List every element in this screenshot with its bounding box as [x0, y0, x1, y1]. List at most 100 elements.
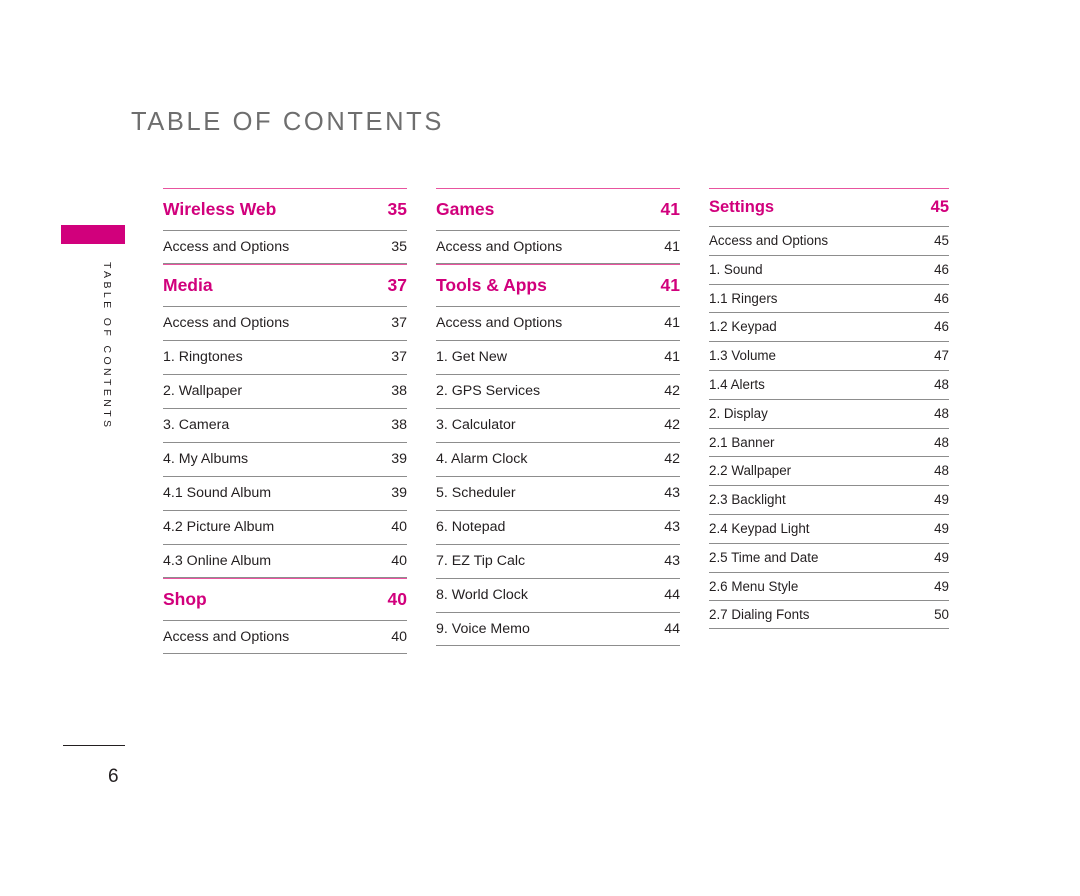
toc-entry-label: 5. Scheduler — [436, 485, 516, 501]
toc-section-title: Tools & Apps — [436, 275, 547, 295]
toc-section-page: 35 — [387, 199, 407, 219]
toc-section: Wireless Web 35 Access and Options 35 — [163, 188, 407, 264]
toc-section-header[interactable]: Wireless Web 35 — [163, 188, 407, 230]
toc-entry-page: 43 — [664, 553, 680, 569]
toc-entry-label: 4.1 Sound Album — [163, 485, 272, 501]
toc-entry-page: 37 — [391, 349, 407, 365]
toc-entry-label: Access and Options — [436, 315, 563, 331]
toc-entry-page: 41 — [664, 315, 680, 331]
toc-entry[interactable]: 3. Camera 38 — [163, 408, 407, 442]
toc-entry[interactable]: 3. Calculator 42 — [436, 408, 680, 442]
toc-entry[interactable]: 5. Scheduler 43 — [436, 476, 680, 510]
toc-section: Settings 45 Access and Options 45 1. Sound 46… — [709, 188, 949, 630]
toc-entry-label: Access and Options — [163, 629, 290, 645]
toc-entry-page: 46 — [934, 290, 949, 306]
toc-entry[interactable]: Access and Options 45 — [709, 226, 949, 255]
toc-entry[interactable]: 6. Notepad 43 — [436, 510, 680, 544]
toc-entry-page: 48 — [934, 434, 949, 450]
toc-entry[interactable]: 1.3 Volume 47 — [709, 341, 949, 370]
toc-columns: Wireless Web 35 Access and Options 35 Media 3… — [0, 0, 1080, 896]
toc-entry-label: 1.4 Alerts — [709, 376, 765, 392]
toc-entry-label: 4. My Albums — [163, 451, 249, 467]
toc-entry[interactable]: Access and Options 41 — [436, 306, 680, 340]
toc-entry[interactable]: Access and Options 40 — [163, 620, 407, 654]
toc-entry-page: 46 — [934, 261, 949, 277]
toc-entry-page: 38 — [391, 417, 407, 433]
toc-entry[interactable]: 1.4 Alerts 48 — [709, 369, 949, 399]
page-number: 6 — [108, 766, 119, 787]
toc-entry-page: 40 — [391, 553, 407, 569]
toc-section-header[interactable]: Shop 40 — [163, 578, 407, 620]
toc-section-page: 45 — [930, 198, 949, 216]
toc-entry[interactable]: 4.3 Online Album 40 — [163, 544, 407, 578]
toc-entry-page: 49 — [934, 549, 949, 565]
toc-entry-page: 41 — [664, 349, 680, 365]
toc-entry[interactable]: 2.6 Menu Style 49 — [709, 571, 949, 601]
toc-entry-page: 45 — [934, 233, 949, 248]
toc-section-page: 37 — [387, 275, 407, 295]
toc-entry[interactable]: 2. Wallpaper 38 — [163, 374, 407, 408]
toc-entry-page: 42 — [664, 383, 680, 399]
toc-entry-label: 1. Sound — [709, 261, 763, 277]
toc-section-title: Games — [436, 199, 495, 219]
toc-entry-label: Access and Options — [163, 315, 290, 331]
toc-entry-label: 3. Calculator — [436, 417, 516, 433]
toc-entry[interactable]: 2. GPS Services 42 — [436, 374, 680, 408]
toc-section-title: Wireless Web — [163, 199, 277, 219]
toc-entry-label: 1.1 Ringers — [709, 290, 778, 306]
toc-section-page: 40 — [387, 589, 407, 609]
toc-section-header[interactable]: Tools & Apps 41 — [436, 264, 680, 306]
toc-entry[interactable]: 2. Display 48 — [709, 398, 949, 428]
toc-entry[interactable]: 2.4 Keypad Light 49 — [709, 513, 949, 543]
toc-entry[interactable]: Access and Options 35 — [163, 230, 407, 264]
toc-entry[interactable]: 4. Alarm Clock 42 — [436, 442, 680, 476]
toc-section: Tools & Apps 41 Access and Options 41 1. Get… — [436, 264, 680, 646]
toc-entry[interactable]: 2.3 Backlight 49 — [709, 485, 949, 514]
toc-entry[interactable]: 2.7 Dialing Fonts 50 — [709, 600, 949, 630]
toc-entry-page: 39 — [391, 451, 407, 467]
toc-entry-page: 50 — [934, 607, 949, 623]
toc-entry-label: 4.2 Picture Album — [163, 519, 275, 535]
toc-section-header[interactable]: Games 41 — [436, 188, 680, 230]
toc-entry-label: Access and Options — [709, 233, 829, 248]
toc-entry-page: 38 — [391, 383, 407, 399]
toc-entry[interactable]: 1. Ringtones 37 — [163, 340, 407, 374]
toc-entry-label: Access and Options — [436, 239, 563, 255]
toc-entry-label: 2.1 Banner — [709, 434, 775, 450]
toc-entry[interactable]: 2.2 Wallpaper 48 — [709, 456, 949, 485]
toc-entry-page: 35 — [391, 239, 407, 255]
toc-entry[interactable]: Access and Options 41 — [436, 230, 680, 264]
toc-entry-page: 49 — [934, 492, 949, 508]
toc-entry[interactable]: 1.2 Keypad 46 — [709, 312, 949, 341]
toc-entry-page: 47 — [934, 348, 949, 364]
toc-entry[interactable]: 7. EZ Tip Calc 43 — [436, 544, 680, 578]
toc-section-page: 41 — [660, 275, 680, 295]
toc-entry[interactable]: 9. Voice Memo 44 — [436, 612, 680, 646]
toc-entry-page: 37 — [391, 315, 407, 331]
toc-entry[interactable]: 2.1 Banner 48 — [709, 427, 949, 457]
toc-entry-page: 41 — [664, 239, 680, 255]
toc-entry[interactable]: 1. Get New 41 — [436, 340, 680, 374]
toc-entry[interactable]: 4. My Albums 39 — [163, 442, 407, 476]
toc-entry[interactable]: 1.1 Ringers 46 — [709, 283, 949, 313]
toc-entry-label: 1. Get New — [436, 349, 507, 365]
toc-entry[interactable]: Access and Options 37 — [163, 306, 407, 340]
toc-section-header[interactable]: Media 37 — [163, 264, 407, 306]
toc-entry[interactable]: 4.2 Picture Album 40 — [163, 510, 407, 544]
toc-entry-page: 49 — [934, 578, 949, 594]
toc-entry-label: 1. Ringtones — [163, 349, 243, 365]
toc-entry[interactable]: 8. World Clock 44 — [436, 578, 680, 612]
toc-entry-label: 1.3 Volume — [709, 348, 776, 364]
footer-divider — [63, 745, 125, 746]
toc-entry-label: 2. Display — [709, 405, 768, 421]
toc-entry-page: 44 — [664, 587, 680, 603]
toc-entry-page: 40 — [391, 629, 407, 645]
toc-entry[interactable]: 1. Sound 46 — [709, 254, 949, 284]
toc-entry-label: 1.2 Keypad — [709, 319, 777, 335]
toc-entry-page: 48 — [934, 376, 949, 392]
toc-section-header[interactable]: Settings 45 — [709, 188, 949, 226]
toc-entry[interactable]: 4.1 Sound Album 39 — [163, 476, 407, 510]
toc-entry[interactable]: 2.5 Time and Date 49 — [709, 542, 949, 572]
toc-entry-label: 8. World Clock — [436, 587, 528, 603]
toc-column: Games 41 Access and Options 41 Tools & Apps 4… — [436, 188, 680, 646]
